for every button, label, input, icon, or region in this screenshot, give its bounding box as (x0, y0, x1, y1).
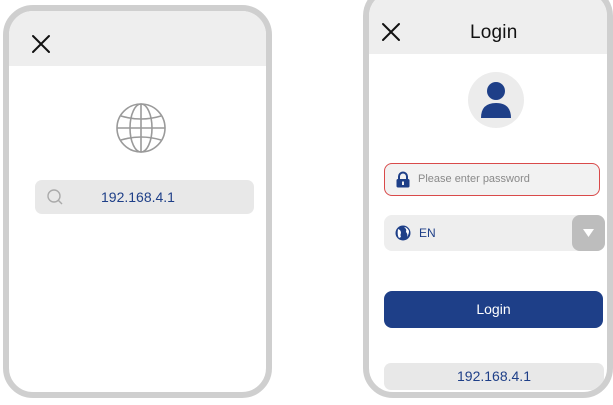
phone-screen-left: 192.168.4.1 (3, 5, 272, 398)
page-title: Login (470, 22, 518, 43)
password-field[interactable] (384, 163, 600, 196)
selected-language: EN (419, 226, 436, 240)
top-bar: Login (369, 0, 607, 54)
user-avatar-icon (481, 82, 511, 118)
globe-icon (395, 225, 411, 241)
avatar (468, 72, 524, 128)
globe-icon (116, 103, 166, 153)
close-icon[interactable] (381, 22, 401, 42)
language-select[interactable]: EN (384, 215, 605, 251)
triangle-down-icon (583, 229, 594, 237)
dropdown-button[interactable] (572, 215, 605, 251)
search-icon (47, 189, 63, 205)
lock-icon (396, 171, 410, 188)
close-icon[interactable] (31, 34, 51, 54)
search-value: 192.168.4.1 (101, 189, 175, 205)
address-search-bar[interactable]: 192.168.4.1 (35, 180, 254, 214)
phone-screen-right: Login EN Login 192.168.4.1 (363, 0, 613, 398)
password-input[interactable] (418, 165, 588, 193)
ip-address-label: 192.168.4.1 (384, 363, 604, 390)
top-bar (9, 11, 266, 66)
login-button[interactable]: Login (384, 291, 603, 328)
